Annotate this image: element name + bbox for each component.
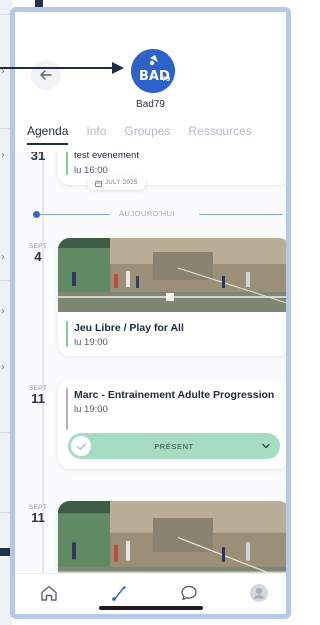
event-date: SEPT 4 — [23, 243, 53, 264]
event-title: test événement — [74, 152, 139, 161]
event-day: 11 — [31, 391, 45, 406]
event-photo — [58, 501, 286, 584]
chat-icon[interactable] — [179, 583, 199, 603]
chevron-right-icon: › — [1, 66, 5, 77]
home-icon[interactable] — [39, 583, 59, 603]
club-header: BAD 79 Bad79 Agenda Info Groupes Ressour… — [15, 12, 286, 152]
chevron-right-icon: › — [1, 306, 5, 317]
club-logo: BAD 79 — [131, 49, 175, 93]
back-button[interactable] — [31, 60, 61, 90]
event-time: lu 16:00 — [74, 165, 108, 176]
event-card[interactable]: Jeu Libre / Play for All lu 19:00 — [58, 238, 286, 356]
event-date: SEPT 11 — [23, 385, 53, 406]
event-day: 31 — [30, 152, 46, 163]
chevron-right-icon: › — [1, 362, 5, 373]
chevron-right-icon: › — [1, 252, 5, 263]
event-photo — [58, 238, 286, 312]
bottom-nav — [15, 573, 286, 614]
badminton-logo-icon: BAD 79 — [131, 49, 175, 93]
today-label: AUJOURD'HUI — [119, 209, 176, 218]
month-pill-label: JULY 2025 — [105, 180, 138, 186]
event-time: lu 19:00 — [74, 337, 108, 348]
shuttlecock-icon[interactable] — [110, 583, 130, 603]
event-color-bar — [66, 321, 68, 347]
event-card[interactable]: Marc - Entrainement Adulte Progression l… — [58, 379, 286, 469]
event-date: SEPT 11 — [23, 504, 53, 525]
tab-bar: Agenda Info Groupes Ressources — [27, 123, 286, 145]
check-icon — [71, 436, 91, 456]
event-title: Jeu Libre / Play for All — [74, 322, 184, 334]
event-title: Marc - Entrainement Adulte Progression — [74, 389, 275, 401]
calendar-icon — [95, 180, 102, 187]
tab-info[interactable]: Info — [86, 123, 106, 145]
today-line — [199, 214, 283, 215]
tab-agenda[interactable]: Agenda — [27, 123, 69, 145]
phone-frame: BAD 79 Bad79 Agenda Info Groupes Ressour… — [10, 7, 291, 619]
arrow-left-icon — [40, 70, 52, 80]
tab-groupes[interactable]: Groupes — [124, 123, 170, 145]
home-indicator — [99, 606, 203, 610]
event-card[interactable] — [58, 501, 286, 584]
event-day: 11 — [31, 510, 45, 525]
logo-number: 79 — [162, 76, 170, 83]
today-divider: AUJOURD'HUI — [33, 207, 283, 221]
tab-ressources[interactable]: Ressources — [188, 123, 251, 145]
profile-icon[interactable] — [249, 583, 269, 603]
club-name: Bad79 — [136, 99, 165, 110]
event-color-bar — [66, 388, 68, 430]
event-date: 31 — [23, 152, 53, 163]
today-line — [40, 214, 110, 215]
presence-button[interactable]: PRÉSENT — [68, 433, 280, 459]
event-time: lu 19:00 — [74, 404, 108, 415]
event-day: 4 — [34, 249, 42, 264]
today-dot — [33, 211, 40, 218]
chevron-down-icon — [262, 443, 270, 449]
agenda-list[interactable]: 31 test événement lu 16:00 JULY 2025 AUJ… — [15, 152, 286, 584]
presence-label: PRÉSENT — [154, 441, 194, 451]
month-pill: JULY 2025 — [87, 176, 146, 190]
chevron-right-icon: › — [1, 150, 5, 161]
event-color-bar — [66, 152, 68, 175]
